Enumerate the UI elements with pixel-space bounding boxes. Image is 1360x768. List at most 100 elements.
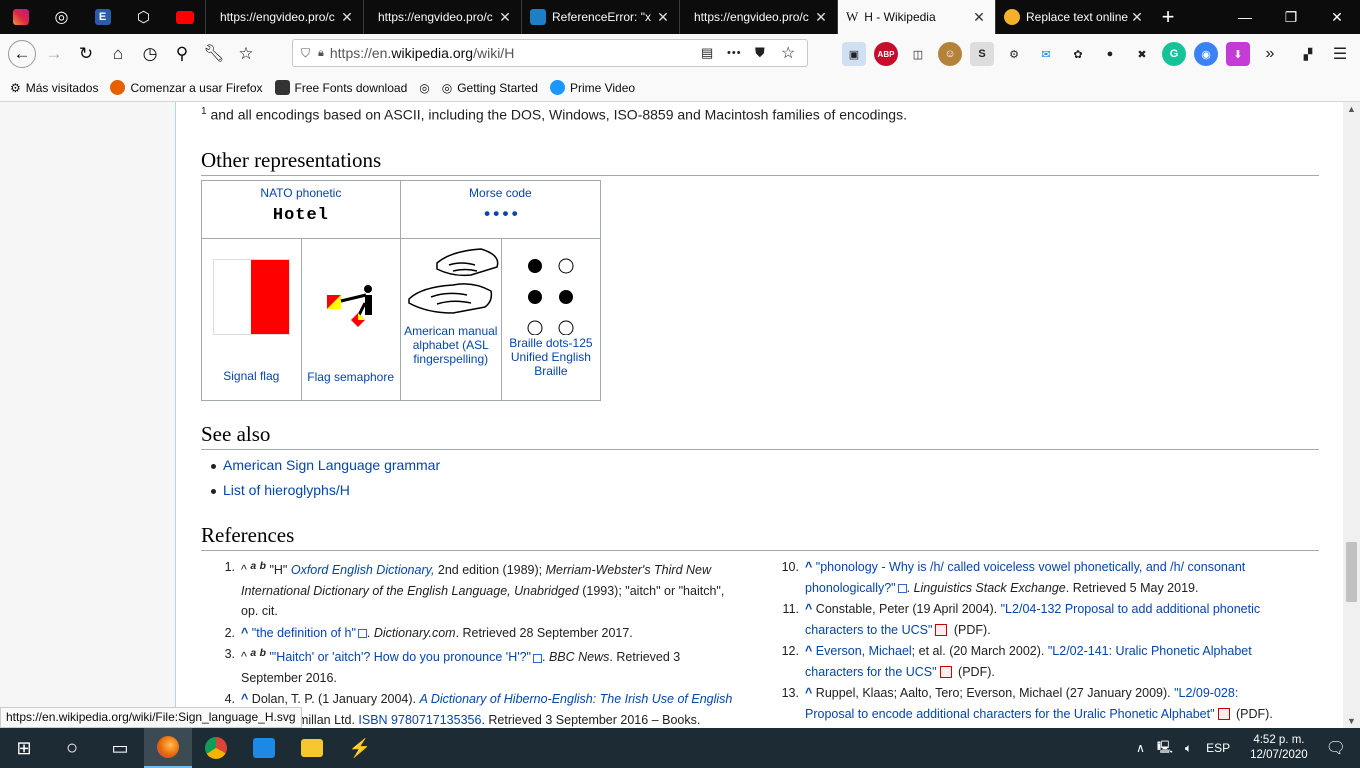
flag-semaphore-link[interactable]: Flag semaphore — [307, 370, 394, 384]
account-icon[interactable]: ● — [1098, 42, 1122, 66]
network-icon[interactable]: 🖳︎ — [1157, 738, 1173, 759]
tab-reference-error[interactable]: ReferenceError: "x ✕ — [521, 0, 679, 34]
sidebar-icon[interactable]: ◫ — [906, 42, 930, 66]
blue-ext-icon[interactable]: ◉ — [1194, 42, 1218, 66]
reload-button[interactable]: ↻ — [70, 38, 102, 70]
taskbar-file-explorer[interactable] — [288, 728, 336, 768]
signal-flag-image[interactable] — [212, 259, 290, 335]
globe-icon: ◎ — [54, 9, 69, 26]
new-tab-button[interactable]: + — [1153, 4, 1183, 30]
close-icon[interactable]: ✕ — [497, 9, 513, 26]
braille-link[interactable]: Braille dots-125 Unified English Braille — [509, 336, 592, 378]
tools-button[interactable]: 🔧︎ — [198, 38, 230, 70]
bookmark-globe[interactable]: ◎ — [419, 81, 429, 95]
maximize-button[interactable]: ❐ — [1268, 0, 1314, 34]
notifications-icon[interactable]: 🗨︎ — [1326, 738, 1346, 758]
asl-hand-image[interactable] — [401, 241, 501, 325]
bookmark-most-visited[interactable]: ⚙ Más visitados — [10, 81, 98, 95]
download-ext-icon[interactable]: ⬇ — [1226, 42, 1250, 66]
volume-muted-icon[interactable]: 🔈︎ — [1185, 741, 1192, 756]
reference-text[interactable]: ^ Constable, Peter (19 April 2004). "L2/… — [805, 599, 1287, 640]
bookmark-manager-button[interactable]: ☆ — [230, 38, 262, 70]
close-icon[interactable]: ✕ — [339, 9, 355, 26]
tab-wikipedia[interactable]: W H - Wikipedia ✕ — [837, 0, 995, 34]
addons-icon[interactable]: ▞ — [1296, 42, 1320, 66]
back-button[interactable]: ← — [6, 38, 38, 70]
adblock-plus-icon[interactable]: ABP — [874, 42, 898, 66]
page-scrollbar[interactable]: ▲ ▼ — [1343, 102, 1360, 728]
menu-icon[interactable]: ☰ — [1328, 42, 1352, 66]
close-window-button[interactable]: ✕ — [1314, 0, 1360, 34]
overflow-chevron-icon[interactable]: » — [1258, 42, 1282, 66]
extension-toolbar: ▣ ABP ◫ ☺ S ⚙ ✉ ✿ ● ✖ G ◉ ⬇ » ▞ ☰ — [842, 42, 1352, 66]
clock[interactable]: 4:52 p. m. 12/07/2020 — [1250, 733, 1308, 763]
search-button[interactable]: ⚲ — [166, 38, 198, 70]
minimize-button[interactable]: — — [1222, 0, 1268, 34]
chevron-up-icon[interactable]: ∧ — [1136, 741, 1145, 755]
taskbar-chrome[interactable] — [192, 728, 240, 768]
reference-text[interactable]: ^ "the definition of h". Dictionary.com.… — [241, 623, 743, 644]
pinned-tab-youtube[interactable] — [164, 0, 205, 34]
bookmark-getting-started[interactable]: ◎ Getting Started — [442, 81, 538, 95]
see-also-link[interactable]: List of hieroglyphs/H — [223, 482, 350, 498]
history-button[interactable]: ◷ — [134, 38, 166, 70]
pinned-tab-instagram[interactable] — [0, 0, 41, 34]
messenger-icon[interactable]: ✉ — [1034, 42, 1058, 66]
puzzle-ext-icon[interactable]: ✿ — [1066, 42, 1090, 66]
address-bar[interactable]: ⛉ 🔒︎ https://en.wikipedia.org/wiki/H ▤ •… — [292, 39, 808, 67]
task-view-button[interactable]: ▭ — [96, 728, 144, 768]
braille-dots-image[interactable] — [521, 251, 581, 336]
screenshot-ext-icon[interactable]: ▣ — [842, 42, 866, 66]
language-indicator[interactable]: ESP — [1206, 741, 1230, 755]
gear-ext-icon[interactable]: ⚙ — [1002, 42, 1026, 66]
tab-engvideo-1[interactable]: https://engvideo.pro/c ✕ — [205, 0, 363, 34]
reference-item: 2. ^ "the definition of h". Dictionary.co… — [213, 623, 743, 644]
taskbar-video-editor[interactable] — [240, 728, 288, 768]
close-icon[interactable]: ✕ — [813, 9, 829, 26]
pinned-tab-codepen[interactable]: ⬡ — [123, 0, 164, 34]
reference-number: 13. — [781, 686, 799, 700]
pinned-tab-globe[interactable]: ◎ — [41, 0, 82, 34]
close-icon[interactable]: ✕ — [655, 9, 671, 26]
tab-replace-text[interactable]: Replace text online ✕ — [995, 0, 1153, 34]
scroll-down-arrow-icon[interactable]: ▼ — [1347, 716, 1356, 726]
nato-phonetic-link[interactable]: NATO phonetic — [260, 186, 341, 200]
reference-text[interactable]: ^ a b "H" Oxford English Dictionary, 2nd… — [241, 557, 743, 622]
bookmark-prime-video[interactable]: Prime Video — [549, 80, 635, 95]
reader-view-icon[interactable]: ▤ — [701, 45, 727, 61]
monkey-icon[interactable]: ☺ — [938, 42, 962, 66]
bookmark-free-fonts[interactable]: Free Fonts download — [274, 80, 407, 95]
search-button[interactable]: ○ — [48, 728, 96, 768]
pinned-tab-engvideo[interactable]: E — [82, 0, 123, 34]
reference-text[interactable]: ^ a b "'Haitch' or 'aitch'? How do you p… — [241, 644, 743, 688]
reference-text[interactable]: ^ Everson, Michael; et al. (20 March 200… — [805, 641, 1287, 682]
scroll-up-arrow-icon[interactable]: ▲ — [1347, 104, 1356, 114]
tab-engvideo-3[interactable]: https://engvideo.pro/c ✕ — [679, 0, 837, 34]
morse-code-link[interactable]: Morse code — [469, 186, 532, 200]
flag-semaphore-image[interactable] — [321, 283, 381, 343]
taskbar-pinned-app[interactable]: ⚡ — [336, 728, 384, 768]
signal-flag-link[interactable]: Signal flag — [223, 369, 279, 383]
forward-button[interactable]: → — [38, 38, 70, 70]
close-icon[interactable]: ✕ — [1129, 9, 1145, 26]
tool-ext-icon[interactable]: ✖ — [1130, 42, 1154, 66]
url-text[interactable]: https://en.wikipedia.org/wiki/H — [330, 45, 701, 61]
reference-text[interactable]: ^ Dolan, T. P. (1 January 2004). A Dicti… — [241, 689, 743, 728]
s-ext-icon[interactable]: S — [970, 42, 994, 66]
bookmark-get-started-firefox[interactable]: Comenzar a usar Firefox — [110, 80, 263, 95]
page-actions-button[interactable]: ••• — [727, 47, 755, 59]
footnote-text: and all encodings based on ASCII, includ… — [206, 106, 907, 123]
bookmark-star-icon[interactable]: ☆ — [781, 43, 807, 63]
taskbar-firefox[interactable] — [144, 728, 192, 768]
grammarly-icon[interactable]: G — [1162, 42, 1186, 66]
see-also-link[interactable]: American Sign Language grammar — [223, 457, 440, 473]
pocket-icon[interactable]: ⛊ — [755, 45, 781, 61]
close-icon[interactable]: ✕ — [971, 9, 987, 26]
reference-text[interactable]: ^ "phonology - Why is /h/ called voicele… — [805, 557, 1287, 598]
reference-text[interactable]: ^ Ruppel, Klaas; Aalto, Tero; Everson, M… — [805, 683, 1287, 724]
tab-engvideo-2[interactable]: https://engvideo.pro/c ✕ — [363, 0, 521, 34]
asl-link[interactable]: American manual alphabet (ASL fingerspel… — [404, 324, 497, 366]
scrollbar-thumb[interactable] — [1346, 542, 1357, 602]
start-button[interactable]: ⊞ — [0, 728, 48, 768]
home-button[interactable]: ⌂ — [102, 38, 134, 70]
